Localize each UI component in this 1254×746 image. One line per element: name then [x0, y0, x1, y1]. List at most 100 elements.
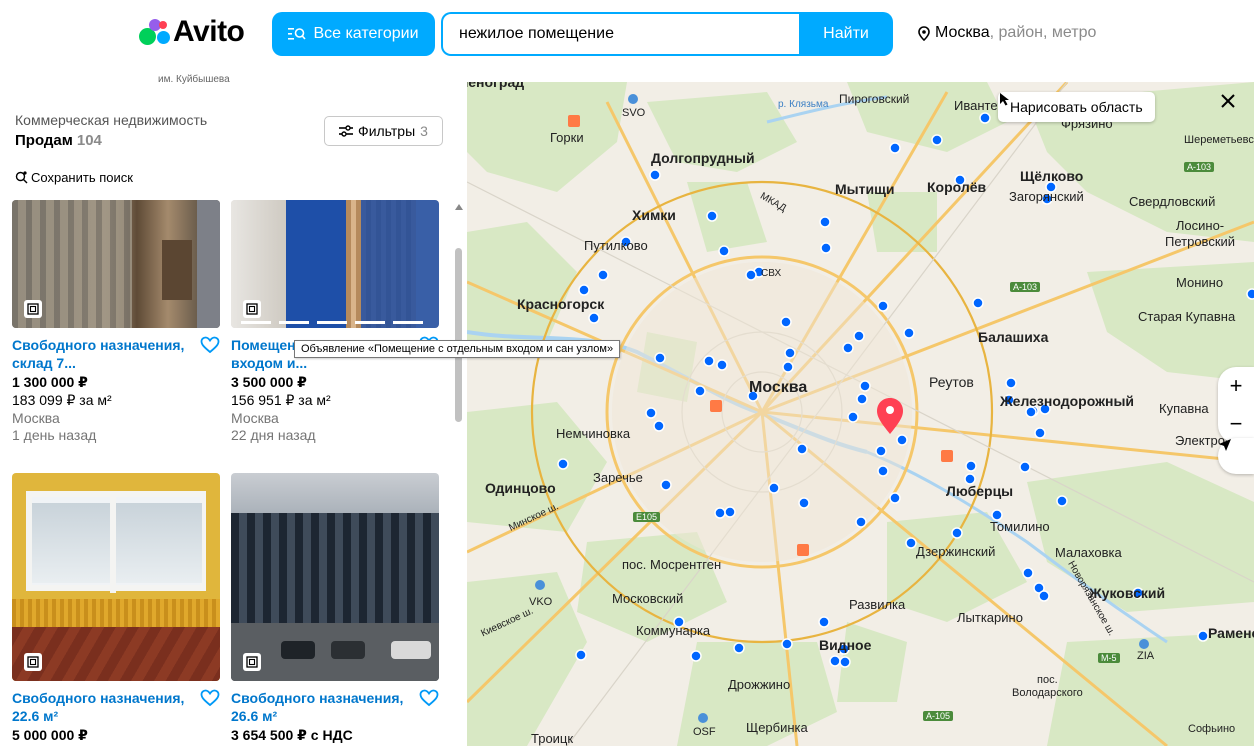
map-label-moskva: Москва: [749, 379, 808, 396]
location-selector[interactable]: Москва, район, метро: [918, 24, 1096, 42]
map-label-kupavna: Купавна: [1159, 401, 1209, 416]
map-label-zia: ZIA: [1137, 650, 1155, 662]
listing-price-per-m2: 183 099 ₽ за м²: [12, 392, 112, 408]
map-label-lytkarino: Лыткарино: [957, 610, 1023, 625]
map-label-scherbinka: Щербинка: [746, 720, 808, 735]
map-label-a103b: A-103: [1010, 282, 1041, 292]
listing-location: Москва: [231, 410, 279, 426]
filters-label: Фильтры: [358, 123, 416, 139]
map-label-troitsk: Троицк: [531, 731, 574, 746]
map-label-staraya-kupavna: Старая Купавна: [1138, 309, 1236, 324]
scroll-up-arrow-icon[interactable]: [455, 204, 463, 210]
filters-count: 3: [420, 123, 428, 139]
favorite-heart-icon[interactable]: [200, 336, 220, 354]
listing-photo[interactable]: [12, 200, 220, 328]
map-label-osf: OSF: [693, 726, 716, 738]
geolocation-button[interactable]: [1218, 438, 1254, 474]
listing-title[interactable]: Свободного назначения, 26.6 м²: [231, 689, 411, 725]
map-label-sofino: Софьино: [1188, 723, 1236, 735]
close-icon: [1221, 94, 1235, 108]
listing-photo[interactable]: [231, 200, 439, 328]
all-categories-button[interactable]: Все категории: [272, 12, 435, 56]
filters-icon: [339, 125, 354, 137]
map-label-odintsovo: Одинцово: [485, 480, 556, 496]
listing-photo[interactable]: [231, 473, 439, 681]
map-label-zelenograd: Зеленоград: [467, 82, 525, 90]
map-label-krasnogorsk-small: Горки: [550, 130, 584, 145]
map-label-khimki: Химки: [632, 207, 676, 223]
map-label-pirogovsky: Пироговский: [839, 92, 910, 106]
map-label-volodarsky: пос. Володарского: [1012, 674, 1083, 699]
map-label-svo: SVO: [622, 107, 646, 119]
map-label-nemchinovka: Немчиновка: [556, 426, 631, 441]
map-label-vidnoe: Видное: [819, 637, 872, 653]
bell-search-icon: [15, 171, 28, 184]
map-label-a105: A-105: [923, 711, 954, 721]
results-panel: Коммерческая недвижимость Продам 104 Филь…: [0, 92, 467, 746]
results-count: 104: [76, 132, 102, 149]
cursor-icon: [1000, 93, 1009, 106]
filters-button[interactable]: Фильтры 3: [324, 116, 443, 146]
search-bar: Найти: [441, 12, 893, 56]
logo-dots-icon: [138, 17, 172, 47]
map-label-mosrentgen: пос. Мосрентген: [622, 557, 722, 572]
listing-card[interactable]: Помещение с отдельным входом и... 3 500 …: [231, 200, 439, 443]
listing-photo[interactable]: [12, 473, 220, 681]
map-label-tomilino: Томилино: [990, 519, 1050, 534]
avito-logo[interactable]: Avito: [138, 15, 245, 48]
map-peek-label: им. Куйбышева: [158, 74, 230, 85]
title-text: Продам: [15, 132, 73, 149]
listing-tooltip: Объявление «Помещение с отдельным входом…: [294, 340, 621, 358]
map-label-sverdlovsky: Свердловский: [1129, 194, 1216, 209]
map-label-sheremetyevsky: Шереметьевский: [1184, 134, 1254, 146]
listing-card[interactable]: Свободного назначения, склад 7... 1 300 …: [12, 200, 220, 443]
listing-date: 22 дня назад: [231, 427, 316, 443]
search-input[interactable]: [443, 14, 799, 54]
map-label-razvilka: Развилка: [849, 597, 906, 612]
zoom-in-button[interactable]: +: [1218, 367, 1254, 405]
map-label-vko: VKO: [529, 596, 553, 608]
map-label-zheleznodorozhny: Железнодорожный: [1000, 393, 1135, 409]
map-label-dzerzhinsky: Дзержинский: [916, 544, 996, 559]
map-label-svh: СВХ: [761, 268, 782, 279]
listing-title[interactable]: Свободного назначения, 22.6 м²: [12, 689, 192, 725]
panorama-icon: [24, 653, 42, 671]
listing-price: 3 500 000 ₽: [231, 374, 307, 390]
map[interactable]: Зеленоград Пироговский Ивантеевка Фрязин…: [467, 82, 1254, 746]
save-search-button[interactable]: Сохранить поиск: [15, 170, 133, 185]
listing-price-per-m2: 156 951 ₽ за м²: [231, 392, 331, 408]
map-label-shchelkovo: Щёлково: [1020, 168, 1084, 184]
favorite-heart-icon[interactable]: [419, 689, 439, 707]
map-label-zagoryansky: Загорянский: [1009, 189, 1084, 204]
favorite-heart-icon[interactable]: [200, 689, 220, 707]
panorama-icon: [243, 300, 261, 318]
close-map-button[interactable]: [1221, 94, 1247, 120]
map-label-lyubertsy: Люберцы: [946, 483, 1014, 499]
listing-price: 3 654 500 ₽ с НДС: [231, 727, 353, 743]
listing-title[interactable]: Свободного назначения, склад 7...: [12, 336, 192, 372]
map-label-zarechye: Заречье: [593, 470, 643, 485]
listing-price: 5 000 000 ₽: [12, 727, 88, 743]
breadcrumb[interactable]: Коммерческая недвижимость: [15, 112, 207, 128]
listing-card[interactable]: Свободного назначения, 26.6 м² 3 654 500…: [231, 473, 439, 744]
panorama-icon: [243, 653, 261, 671]
map-label-balashikha: Балашиха: [978, 329, 1049, 345]
search-button[interactable]: Найти: [799, 12, 893, 56]
map-label-reutov: Реутов: [929, 374, 974, 390]
listing-date: 1 день назад: [12, 427, 97, 443]
map-label-zhukovsky: Жуковский: [1089, 585, 1166, 601]
header: Avito им. Куйбышева Все категории Найти …: [0, 0, 1254, 85]
logo-text: Avito: [173, 15, 245, 48]
draw-area-button[interactable]: Нарисовать область: [998, 92, 1155, 122]
map-label-dolgoprudny: Долгопрудный: [651, 150, 755, 166]
zoom-control: + −: [1218, 367, 1254, 443]
panorama-icon: [24, 300, 42, 318]
map-label-kommunarka: Коммунарка: [636, 623, 711, 638]
categories-search-icon: [288, 28, 307, 40]
listing-card[interactable]: Свободного назначения, 22.6 м² 5 000 000…: [12, 473, 220, 744]
listings-scroll[interactable]: Свободного назначения, склад 7... 1 300 …: [0, 200, 467, 746]
location-pin-icon: [918, 25, 930, 41]
scrollbar-thumb[interactable]: [455, 248, 462, 422]
map-label-monino: Монино: [1176, 275, 1224, 290]
listing-price: 1 300 000 ₽: [12, 374, 88, 390]
